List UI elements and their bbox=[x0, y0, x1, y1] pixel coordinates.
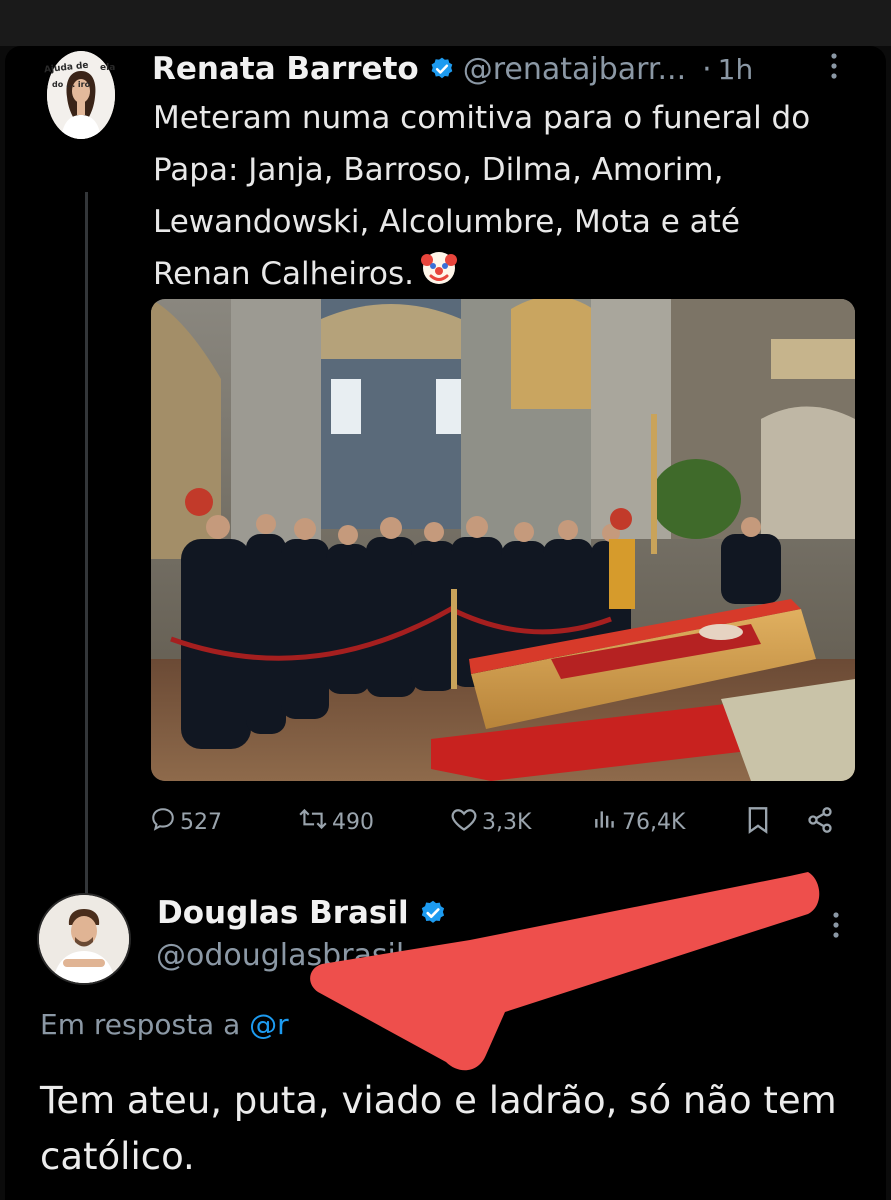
avatar-caption-right: ela bbox=[100, 63, 116, 73]
in-reply-to-mention[interactable]: @r bbox=[249, 1008, 289, 1041]
tweet-time[interactable]: 1h bbox=[718, 53, 754, 86]
in-reply-to: Em resposta a @r bbox=[40, 1008, 289, 1041]
reply-header: Douglas Brasil bbox=[157, 892, 447, 934]
repost-icon bbox=[298, 806, 332, 838]
more-options-icon[interactable] bbox=[832, 910, 840, 945]
verified-badge-icon bbox=[419, 899, 447, 927]
reply-count: 527 bbox=[180, 809, 222, 835]
more-options-icon[interactable] bbox=[830, 51, 838, 86]
reply-author-avatar[interactable] bbox=[37, 893, 131, 985]
bookmark-icon[interactable] bbox=[746, 806, 774, 834]
header-separator: · bbox=[702, 51, 712, 87]
reply-button[interactable]: 527 bbox=[150, 806, 222, 838]
reply-text: Tem ateu, puta, viado e ladrão, só não t… bbox=[40, 1079, 837, 1178]
tweet-text: Meteram numa comitiva para o funeral do … bbox=[153, 92, 843, 303]
like-icon bbox=[450, 806, 482, 838]
author-handle[interactable]: @renatajbarr... bbox=[463, 52, 686, 87]
clown-face-icon bbox=[420, 249, 458, 303]
top-bar bbox=[0, 0, 891, 46]
thread-connector-line bbox=[85, 192, 88, 930]
tweet-body: Meteram numa comitiva para o funeral do … bbox=[153, 100, 811, 292]
share-icon[interactable] bbox=[806, 806, 838, 834]
author-name[interactable]: Renata Barreto bbox=[152, 51, 419, 87]
reply-author-name[interactable]: Douglas Brasil bbox=[157, 895, 409, 931]
like-count: 3,3K bbox=[482, 809, 532, 835]
tweet-photo[interactable] bbox=[151, 299, 855, 781]
views-count: 76,4K bbox=[622, 809, 686, 835]
verified-badge-icon bbox=[429, 56, 455, 82]
reply-icon bbox=[150, 806, 180, 838]
views-button[interactable]: 76,4K bbox=[592, 806, 685, 838]
repost-button[interactable]: 490 bbox=[298, 806, 374, 838]
reply-author-handle[interactable]: @odouglasbrasil bbox=[156, 938, 404, 973]
in-reply-to-label: Em resposta a bbox=[40, 1008, 241, 1041]
repost-count: 490 bbox=[332, 809, 374, 835]
like-button[interactable]: 3,3K bbox=[450, 806, 531, 838]
avatar-caption-bottom: do ... iro bbox=[52, 80, 91, 89]
tweet-header: Renata Barreto @renatajbarr... · 1h bbox=[152, 49, 753, 89]
tweet-actions-bar: 527 490 3,3K 76,4K bbox=[150, 806, 850, 842]
views-icon bbox=[592, 806, 622, 838]
